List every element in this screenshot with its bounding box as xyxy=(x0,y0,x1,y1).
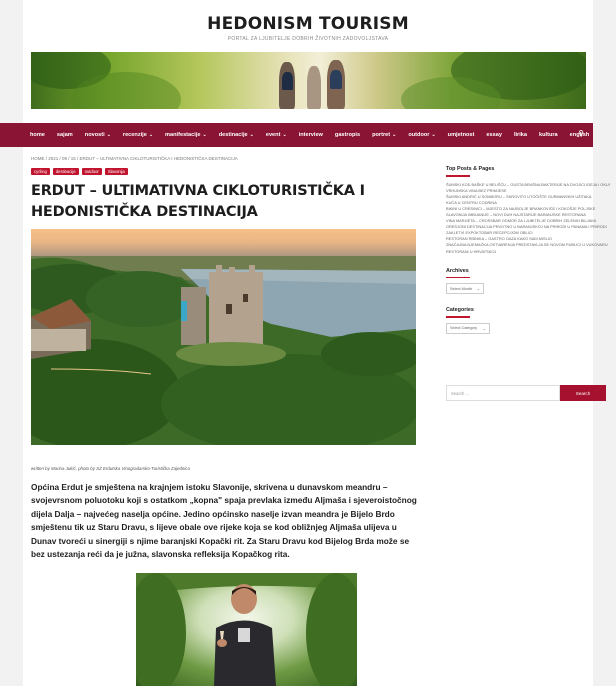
nav-item-label: gastropis xyxy=(334,132,361,138)
nav-item-kultura[interactable]: kultura xyxy=(539,132,558,138)
nav-item-label: outdoor xyxy=(408,132,430,138)
search-input[interactable]: Search ... xyxy=(446,385,560,401)
archives-select-value: Select Month xyxy=(450,286,473,291)
nav-item-interview[interactable]: interview xyxy=(299,132,323,138)
nav-item-label: interview xyxy=(298,132,323,138)
categories-select-value: Select Category xyxy=(450,326,478,331)
sidebar-search: Search ... Search xyxy=(446,385,606,401)
photo-credit: written by Marina Jukić, photo by SZ Erd… xyxy=(31,466,190,471)
nav-item-label: home xyxy=(30,132,45,138)
nav-item-label: portret xyxy=(372,132,391,138)
top-posts-underline xyxy=(446,175,470,177)
hero-image xyxy=(31,229,416,445)
nav-item-label: lirika xyxy=(513,132,528,138)
categories-title: Categories xyxy=(446,307,474,314)
nav-item-gastropis[interactable]: gastropis xyxy=(335,132,360,138)
hero-scene xyxy=(31,256,416,445)
nav-item-event[interactable]: event ⌄ xyxy=(266,132,287,138)
winemaker-scene xyxy=(136,573,357,686)
nav-item-outdoor[interactable]: outdoor ⌄ xyxy=(408,132,435,138)
nav-item-label: umjetnost xyxy=(447,132,475,138)
post-title: ERDUT – ULTIMATIVNA CIKLOTURISTIČKA I HE… xyxy=(31,183,365,220)
category-tag[interactable]: outdoor xyxy=(81,168,102,175)
category-tag[interactable]: destinacije xyxy=(52,168,79,175)
archives-underline xyxy=(446,276,470,279)
nav-item-label: essay xyxy=(486,132,502,138)
chevron-down-icon: ⌄ xyxy=(249,132,254,138)
nav-item-label: recenzije xyxy=(122,132,147,138)
chevron-down-icon: ⌄ xyxy=(148,132,154,138)
nav-item-novosti[interactable]: novosti ⌄ xyxy=(85,132,111,138)
site-header: HEDONISM TOURISM PORTAL ZA LJUBITELJE DO… xyxy=(23,0,593,42)
categories-select[interactable]: Select Category ⌄ xyxy=(446,322,490,334)
site-title[interactable]: HEDONISM TOURISM xyxy=(23,14,593,34)
top-posts-title: Top Posts & Pages xyxy=(446,166,495,172)
chevron-down-icon: ⌄ xyxy=(106,132,111,138)
nav-item-label: destinacije xyxy=(218,132,248,138)
nav-item-lirika[interactable]: lirika xyxy=(514,132,527,138)
archives-title: Archives xyxy=(446,267,469,274)
chevron-down-icon: ⌄ xyxy=(392,132,397,138)
winemaker-photo xyxy=(136,573,357,686)
chevron-down-icon: ⌄ xyxy=(476,286,480,292)
chevron-down-icon: ⌄ xyxy=(431,132,436,138)
top-posts-list: ŠUMSKI KOD BAŠKE U BELIŠĆU – GUSTA BRAŠN… xyxy=(446,182,610,255)
categories-underline xyxy=(446,316,470,318)
nav-item-home[interactable]: home xyxy=(30,132,45,138)
search-icon[interactable]: ⚲ xyxy=(578,129,584,138)
sidebar: Top Posts & Pages ŠUMSKI KOD BAŠKE U BEL… xyxy=(446,166,610,334)
nav-item-recenzije[interactable]: recenzije ⌄ xyxy=(123,132,153,138)
nav-item-label: kultura xyxy=(539,132,558,138)
nav-item-label: event xyxy=(265,132,281,138)
category-tag[interactable]: cycling xyxy=(31,168,50,175)
nav-item-label: sajam xyxy=(56,132,73,138)
top-post-link[interactable]: ŠUMSKI KOD BAŠKE U BELIŠĆU – GUSTA BRAŠN… xyxy=(446,182,610,188)
header-banner-image xyxy=(31,52,586,109)
post-intro: Općina Erdut je smještena na krajnjem is… xyxy=(31,482,417,560)
nav-item-label: novosti xyxy=(84,132,105,138)
site-tagline: PORTAL ZA LJUBITELJE DOBRIH ŽIVOTNIH ZAD… xyxy=(227,36,389,42)
top-post-link[interactable]: RESTORANI U HRVATSKOJ xyxy=(446,249,610,255)
chevron-down-icon: ⌄ xyxy=(282,132,287,138)
main-content: HOME / 2021 / 09 / 15 / ERDUT – ULTIMATI… xyxy=(31,156,417,561)
top-post-link[interactable]: ZNAČAJNA NJEMAČKA OSTVARENJA PREDSTAVLJA… xyxy=(446,242,610,248)
nav-item-portret[interactable]: portret ⌄ xyxy=(372,132,396,138)
search-button[interactable]: Search xyxy=(560,385,606,401)
nav-item-manifestacije[interactable]: manifestacije ⌄ xyxy=(165,132,207,138)
post-categories: cycling destinacije outdoor Slavonija xyxy=(31,168,417,175)
nav-item-essay[interactable]: essay xyxy=(486,132,502,138)
nav-item-destinacije[interactable]: destinacije ⌄ xyxy=(219,132,254,138)
nav-item-umjetnost[interactable]: umjetnost xyxy=(448,132,475,138)
category-tag[interactable]: Slavonija xyxy=(104,168,128,175)
chevron-down-icon: ⌄ xyxy=(482,325,486,331)
chevron-down-icon: ⌄ xyxy=(202,132,207,138)
breadcrumb: HOME / 2021 / 09 / 15 / ERDUT – ULTIMATI… xyxy=(31,156,238,161)
top-post-link[interactable]: ŠUMSKI ANDRIĆ U SOMBORU – SKROVITO UTOČI… xyxy=(446,194,610,200)
nav-item-sajam[interactable]: sajam xyxy=(57,132,73,138)
main-navigation: home sajam novosti ⌄ recenzije ⌄ manifestacije… xyxy=(0,123,593,147)
archives-select[interactable]: Select Month ⌄ xyxy=(446,283,484,295)
nav-item-label: manifestacije xyxy=(165,132,201,138)
